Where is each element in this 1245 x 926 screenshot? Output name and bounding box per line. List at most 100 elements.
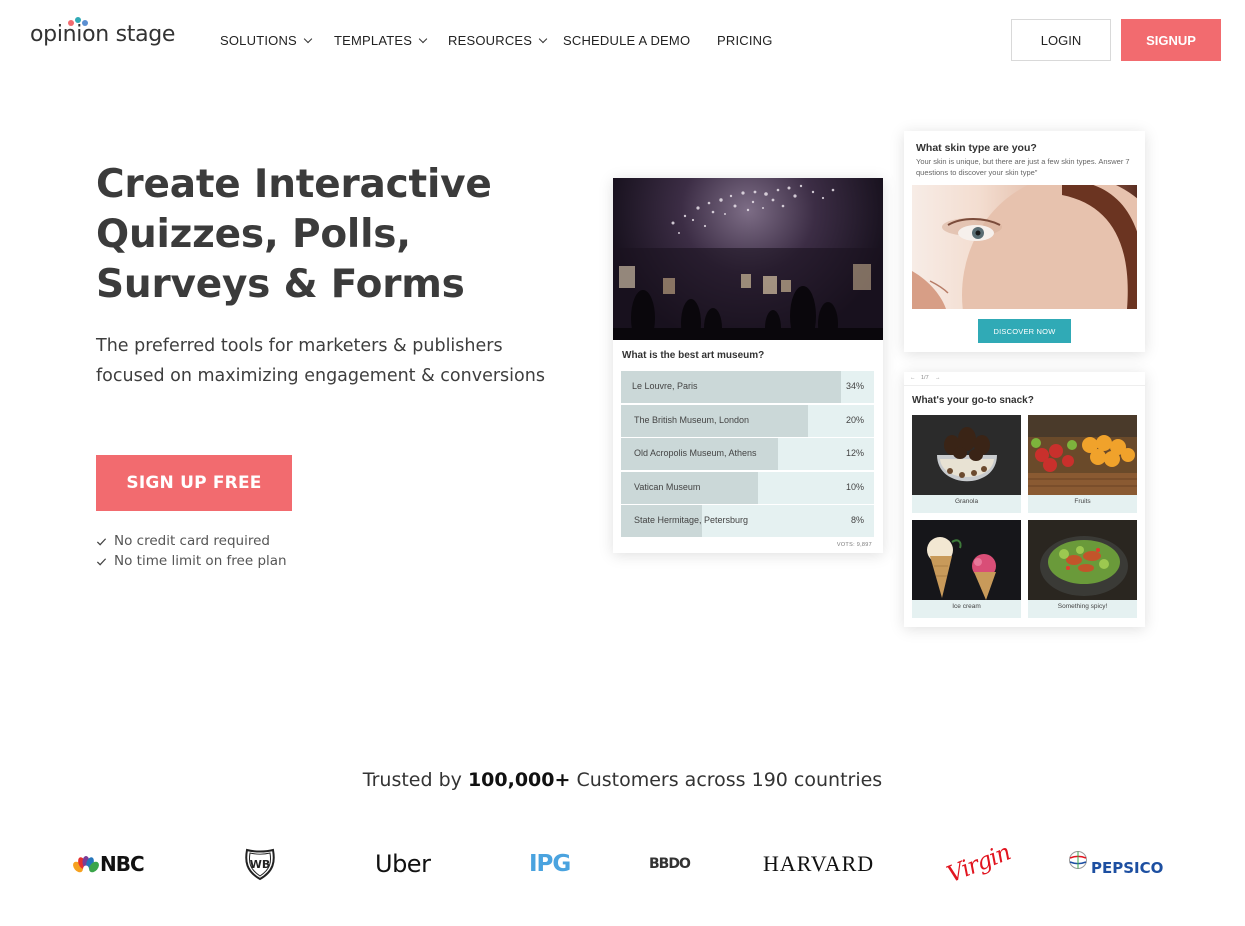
discover-now-button[interactable]: DISCOVER NOW bbox=[978, 319, 1071, 343]
nav-templates-label: TEMPLATES bbox=[334, 33, 413, 48]
bbdo-wordmark: BBDO bbox=[649, 856, 691, 872]
uber-logo: Uber bbox=[375, 838, 431, 890]
benefit-item: No time limit on free plan bbox=[96, 551, 287, 571]
hero-subtitle-line: focused on maximizing engagement & conve… bbox=[96, 366, 545, 386]
poll-option-row[interactable]: The British Museum, London 20% bbox=[621, 404, 874, 437]
logo-dots-icon bbox=[68, 17, 92, 30]
peacock-icon bbox=[73, 856, 99, 873]
poll-options: Le Louvre, Paris 34% The British Museum, L… bbox=[621, 371, 874, 539]
answer-label: Something spicy! bbox=[1057, 603, 1108, 610]
poll-option-row[interactable]: State Hermitage, Petersburg 8% bbox=[621, 505, 874, 538]
brand-name: opinion stage bbox=[30, 22, 176, 47]
granola-image bbox=[912, 415, 1021, 495]
nav-pricing-label: PRICING bbox=[717, 33, 773, 48]
site-header: opinion stage SOLUTIONS TEMPLATES RESOUR… bbox=[0, 0, 1245, 80]
harvard-logo: HARVARD bbox=[763, 838, 874, 890]
virgin-logo: Virgin bbox=[943, 838, 1014, 890]
answer-tile-granola[interactable]: Granola bbox=[912, 415, 1021, 513]
face-image bbox=[912, 185, 1137, 309]
checkmark-icon bbox=[96, 557, 107, 566]
poll-option-label: Old Acropolis Museum, Athens bbox=[634, 448, 757, 459]
chevron-down-icon bbox=[418, 34, 428, 43]
wb-letters: WB bbox=[250, 858, 271, 871]
poll-option-row[interactable]: Le Louvre, Paris 34% bbox=[621, 371, 874, 403]
nav-schedule-demo-label: SCHEDULE A DEMO bbox=[563, 33, 691, 48]
trusted-suffix: Customers across 190 countries bbox=[570, 769, 883, 791]
ipg-wordmark: IPG bbox=[529, 851, 571, 877]
poll-vote-count: VOTS: 9,897 bbox=[836, 542, 872, 548]
nav-solutions[interactable]: SOLUTIONS bbox=[220, 33, 334, 48]
answer-tile-fruits[interactable]: Fruits bbox=[1028, 415, 1137, 513]
nbc-logo: NBC bbox=[73, 838, 145, 890]
brand-logo[interactable]: opinion stage bbox=[30, 17, 176, 47]
poll-option-percent: 8% bbox=[850, 515, 864, 526]
snack-quiz-card: ← 1/7 → What's your go-to snack? Granola bbox=[904, 372, 1145, 627]
nav-templates[interactable]: TEMPLATES bbox=[334, 33, 448, 48]
warner-bros-logo: WB bbox=[244, 838, 276, 890]
uber-wordmark: Uber bbox=[375, 850, 431, 878]
benefit-text: No time limit on free plan bbox=[114, 553, 287, 569]
ice-cream-image bbox=[912, 520, 1021, 600]
poll-option-percent: 20% bbox=[845, 414, 864, 425]
museum-image bbox=[613, 178, 883, 340]
pepsico-globe-icon bbox=[1069, 851, 1087, 869]
skin-quiz-card: What skin type are you? Your skin is uni… bbox=[904, 131, 1145, 352]
sign-up-free-button[interactable]: SIGN UP FREE bbox=[96, 455, 292, 511]
poll-option-percent: 10% bbox=[845, 481, 864, 492]
nav-schedule-demo[interactable]: SCHEDULE A DEMO bbox=[563, 33, 717, 48]
ipg-logo: IPG bbox=[529, 838, 571, 890]
answer-label: Ice cream bbox=[952, 603, 981, 610]
arrow-right-icon[interactable]: → bbox=[935, 375, 941, 381]
customer-count: 100,000+ bbox=[467, 769, 571, 791]
nbc-wordmark: NBC bbox=[100, 852, 145, 876]
pepsico-wordmark: PEPSICO bbox=[1091, 859, 1164, 877]
chevron-down-icon bbox=[538, 34, 548, 43]
poll-option-label: State Hermitage, Petersburg bbox=[634, 515, 749, 526]
hero-title-line: Create Interactive bbox=[96, 162, 492, 207]
nav-resources[interactable]: RESOURCES bbox=[448, 33, 563, 48]
poll-preview-card: What is the best art museum? Le Louvre, … bbox=[613, 178, 883, 553]
checkmark-icon bbox=[96, 537, 107, 546]
question-counter: 1/7 bbox=[921, 375, 929, 381]
trusted-prefix: Trusted by bbox=[362, 769, 468, 791]
quiz-progress-bar: ← 1/7 → bbox=[904, 372, 1145, 386]
nav-resources-label: RESOURCES bbox=[448, 33, 533, 48]
main-nav: SOLUTIONS TEMPLATES RESOURCES SCHEDULE A… bbox=[220, 33, 773, 48]
poll-option-percent: 34% bbox=[845, 381, 864, 391]
hero-title-line: Surveys & Forms bbox=[96, 262, 465, 307]
spicy-dish-image bbox=[1028, 520, 1137, 600]
hero-subtitle-line: The preferred tools for marketers & publ… bbox=[96, 336, 503, 356]
poll-question: What is the best art museum? bbox=[622, 350, 765, 361]
poll-option-label: The British Museum, London bbox=[634, 414, 750, 425]
virgin-wordmark: Virgin bbox=[943, 839, 1014, 889]
bbdo-logo: BBDO bbox=[649, 838, 691, 890]
nav-solutions-label: SOLUTIONS bbox=[220, 33, 297, 48]
hero-subtitle: The preferred tools for marketers & publ… bbox=[96, 331, 556, 391]
answer-tile-something-spicy[interactable]: Something spicy! bbox=[1028, 520, 1137, 618]
skin-quiz-title: What skin type are you? bbox=[916, 142, 1037, 154]
harvard-wordmark: HARVARD bbox=[763, 851, 875, 876]
nav-pricing[interactable]: PRICING bbox=[717, 33, 773, 48]
answer-label: Granola bbox=[954, 498, 979, 505]
answer-label: Fruits bbox=[1074, 498, 1091, 505]
poll-option-row[interactable]: Vatican Museum 10% bbox=[621, 471, 874, 504]
wb-shield-icon: WB bbox=[245, 848, 275, 881]
chevron-down-icon bbox=[303, 34, 313, 43]
benefit-item: No credit card required bbox=[96, 531, 287, 551]
poll-option-percent: 12% bbox=[845, 448, 864, 459]
snack-question: What's your go-to snack? bbox=[912, 395, 1034, 406]
arrow-left-icon[interactable]: ← bbox=[910, 375, 916, 381]
poll-option-label: Vatican Museum bbox=[634, 481, 701, 492]
hero-title-line: Quizzes, Polls, bbox=[96, 212, 411, 257]
fruits-image bbox=[1028, 415, 1137, 495]
benefit-list: No credit card required No time limit on… bbox=[96, 531, 287, 571]
poll-option-label: Le Louvre, Paris bbox=[632, 381, 698, 391]
answer-tile-ice-cream[interactable]: Ice cream bbox=[912, 520, 1021, 618]
poll-option-row[interactable]: Old Acropolis Museum, Athens 12% bbox=[621, 438, 874, 471]
benefit-text: No credit card required bbox=[114, 533, 270, 549]
customer-logos: NBC WB Uber IPG BBDO HARVARD Virgin PEPS… bbox=[0, 838, 1245, 898]
signup-button[interactable]: SIGNUP bbox=[1121, 19, 1221, 61]
login-button[interactable]: LOGIN bbox=[1011, 19, 1111, 61]
trusted-by-text: Trusted by 100,000+ Customers across 190… bbox=[0, 769, 1245, 791]
skin-quiz-subtitle: Your skin is unique, but there are just … bbox=[916, 157, 1130, 177]
